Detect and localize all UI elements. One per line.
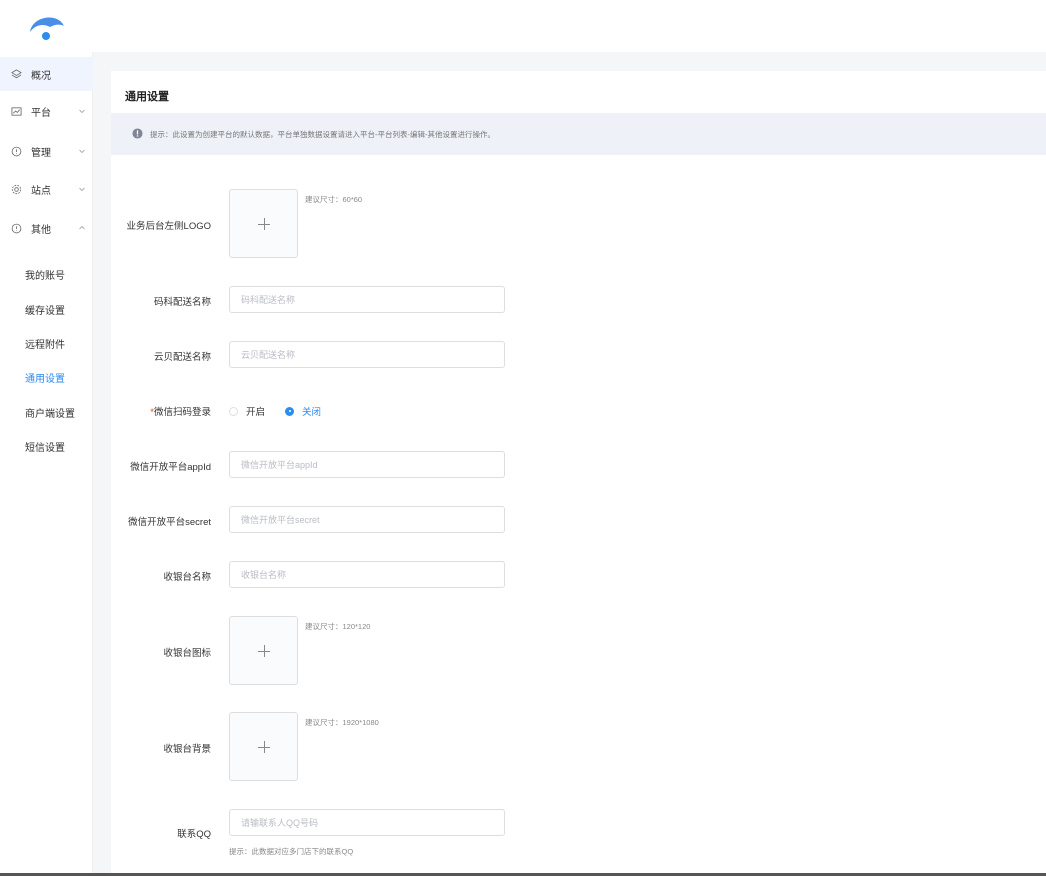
cashier-icon-label: 收银台图标	[163, 648, 211, 659]
sidebar-item-manage[interactable]: 管理	[0, 134, 93, 168]
plus-icon	[264, 645, 265, 657]
sidebar-item-label: 平台	[31, 107, 51, 119]
cashier-name-label: 收银台名称	[163, 572, 211, 583]
sidebar-item-label: 概况	[31, 70, 51, 82]
sidebar-item-label: 管理	[31, 147, 51, 159]
sidebar-item-site[interactable]: 站点	[0, 172, 93, 206]
sidebar-item-label: 其他	[31, 224, 51, 236]
gear-icon	[11, 184, 22, 194]
brand-logo[interactable]	[28, 10, 66, 42]
layers-icon	[11, 68, 22, 78]
sidebar-subitem-merchant-settings[interactable]: 商户端设置	[25, 405, 75, 420]
delivery1-input[interactable]	[229, 286, 505, 313]
shield-icon	[11, 223, 22, 233]
logo-label: 业务后台左侧LOGO	[126, 221, 211, 232]
secret-input[interactable]	[229, 506, 505, 533]
qq-input[interactable]	[229, 809, 505, 836]
plus-icon	[264, 218, 265, 230]
qq-hint: 提示：此数据对应多门店下的联系QQ	[229, 847, 354, 856]
radio-dot	[229, 406, 238, 416]
sidebar-subitem-cache-settings[interactable]: 缓存设置	[25, 302, 65, 317]
appid-input[interactable]	[229, 451, 505, 478]
sidebar-subitem-remote-attachments[interactable]: 远程附件	[25, 336, 65, 351]
radio-off[interactable]: 关闭	[285, 404, 321, 418]
sidebar-subitem-my-account[interactable]: 我的账号	[25, 267, 65, 282]
delivery2-label: 云贝配送名称	[153, 352, 211, 363]
chevron-down-icon	[79, 187, 85, 192]
delivery2-input[interactable]	[229, 341, 505, 368]
sidebar-item-overview[interactable]: 概况	[0, 57, 93, 91]
appid-label: 微信开放平台appId	[130, 462, 211, 473]
cashier-bg-label: 收银台背景	[163, 744, 211, 755]
cashier-name-input[interactable]	[229, 561, 505, 588]
qq-label: 联系QQ	[177, 829, 211, 840]
secret-label: 微信开放平台secret	[128, 517, 211, 528]
page-title: 通用设置	[125, 91, 169, 103]
sidebar-item-other[interactable]: 其他	[0, 211, 93, 245]
notice-text: 提示：此设置为创建平台的默认数据，平台单独数据设置请进入平台-平台列表-编辑-其…	[150, 130, 495, 139]
sidebar: 概况 平台 管理 站点 其他 我的账号 缓存设置 远程附件 通用设置 商户端设置…	[0, 52, 93, 876]
radio-off-label: 关闭	[302, 407, 322, 418]
plus-icon	[264, 741, 265, 753]
cashier-bg-size-hint: 建议尺寸：1920*1080	[305, 718, 379, 727]
sidebar-subitem-sms-settings[interactable]: 短信设置	[25, 439, 65, 454]
cashier-icon-upload[interactable]	[229, 616, 298, 685]
alert-icon	[132, 128, 143, 139]
radio-on[interactable]: 开启	[229, 404, 265, 418]
sidebar-item-platform[interactable]: 平台	[0, 94, 93, 128]
radio-dot	[285, 406, 294, 416]
logo-size-hint: 建议尺寸：60*60	[305, 195, 363, 204]
chart-icon	[11, 106, 22, 116]
chevron-down-icon	[79, 149, 85, 154]
wechat-login-text: 微信扫码登录	[153, 407, 211, 418]
shield-icon	[11, 146, 22, 156]
logo-upload[interactable]	[229, 189, 298, 258]
sidebar-subitem-general-settings[interactable]: 通用设置	[25, 370, 65, 385]
wechat-login-label: *微信扫码登录	[150, 404, 211, 418]
chevron-up-icon	[79, 225, 85, 230]
cashier-bg-upload[interactable]	[229, 712, 298, 781]
radio-on-label: 开启	[246, 407, 266, 418]
top-bar	[0, 0, 1046, 52]
cashier-icon-size-hint: 建议尺寸：120*120	[305, 622, 371, 631]
delivery1-label: 码科配送名称	[153, 297, 211, 308]
notice-banner: 提示：此设置为创建平台的默认数据，平台单独数据设置请进入平台-平台列表-编辑-其…	[111, 113, 1046, 155]
chevron-down-icon	[79, 109, 85, 114]
sidebar-item-label: 站点	[31, 185, 51, 197]
